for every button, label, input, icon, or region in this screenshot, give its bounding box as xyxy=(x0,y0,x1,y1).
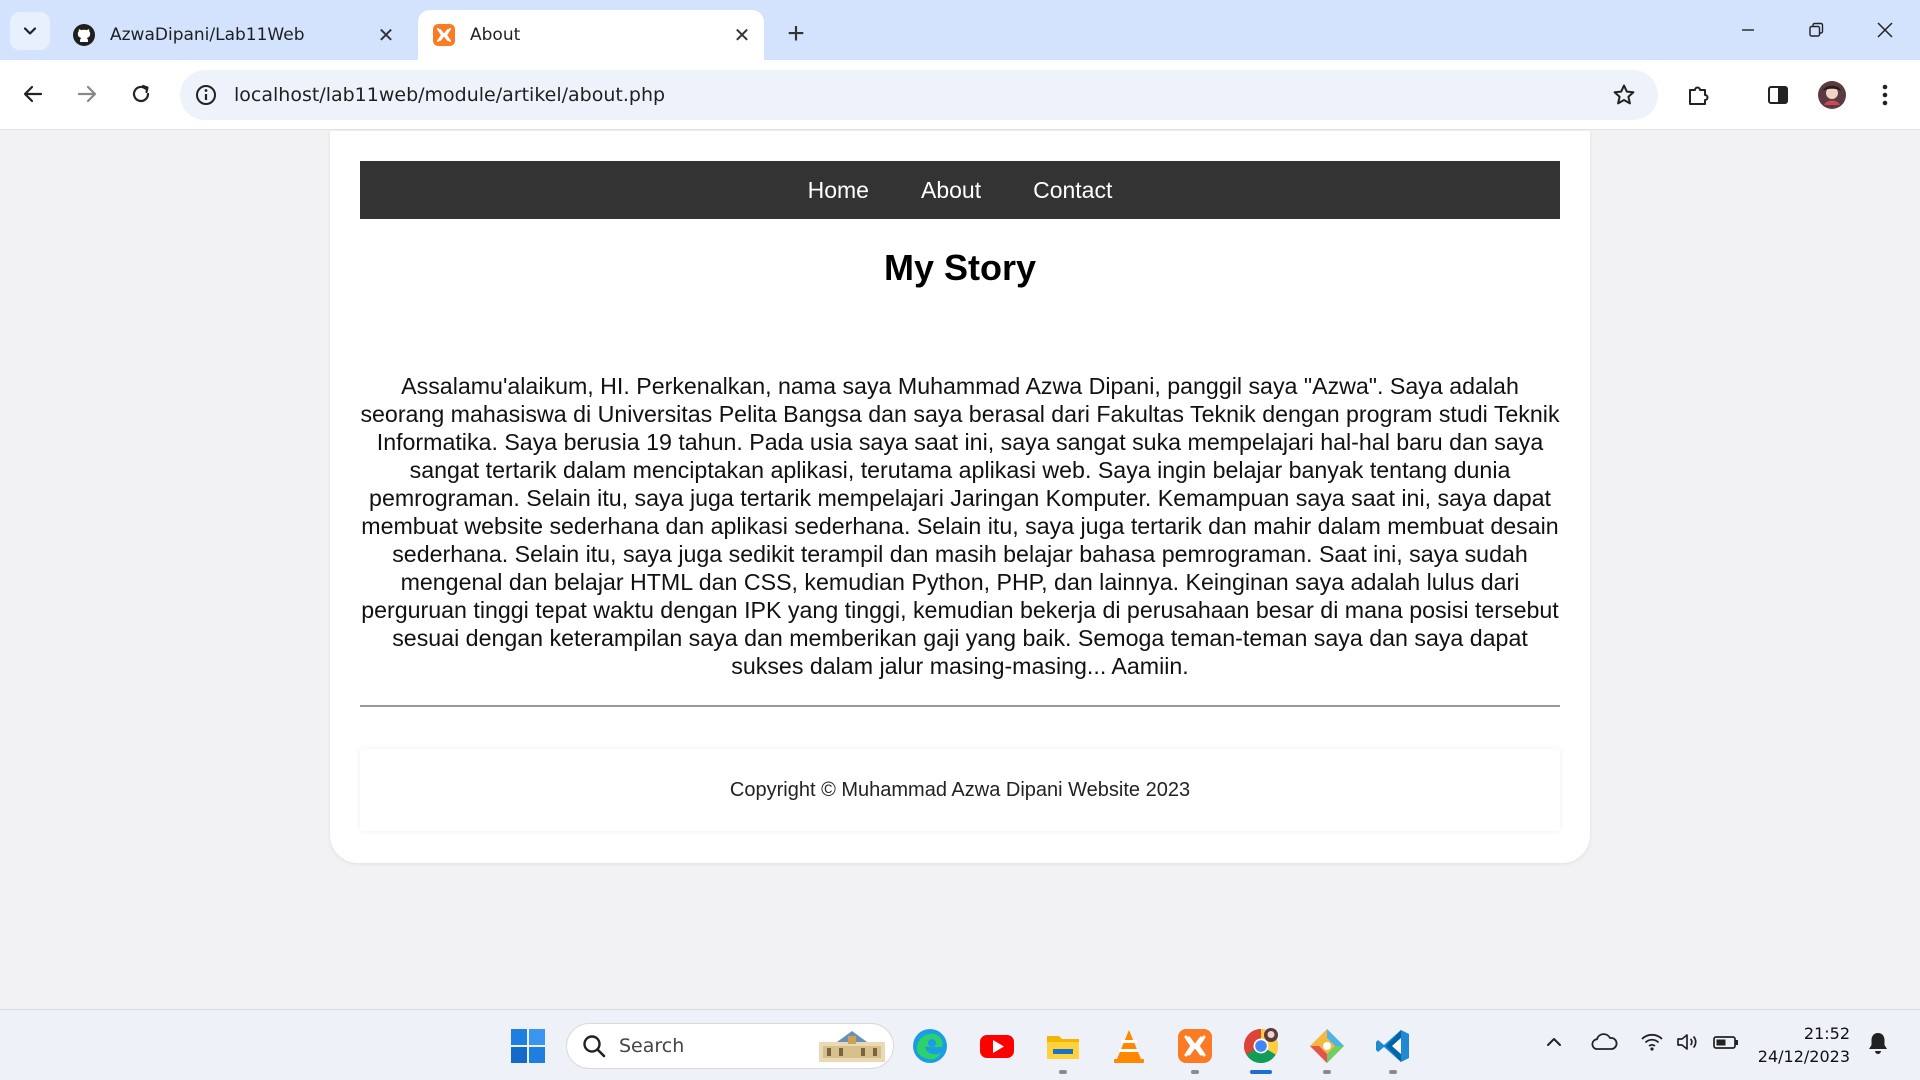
vlc-icon[interactable] xyxy=(1107,1024,1151,1068)
clock-date: 24/12/2023 xyxy=(1757,1047,1850,1066)
url-text[interactable]: localhost/lab11web/module/artikel/about.… xyxy=(234,84,1606,106)
tab-title: About xyxy=(470,25,521,45)
new-tab-button[interactable]: + xyxy=(778,16,814,52)
close-window-button[interactable] xyxy=(1861,10,1909,50)
profile-avatar[interactable] xyxy=(1813,76,1851,114)
tab-about[interactable]: About ✕ xyxy=(418,10,764,60)
browser-toolbar: localhost/lab11web/module/artikel/about.… xyxy=(0,60,1920,166)
bookmark-star-icon[interactable] xyxy=(1606,77,1642,113)
reload-button[interactable] xyxy=(121,74,161,114)
youtube-icon[interactable] xyxy=(975,1024,1019,1068)
clock-time: 21:52 xyxy=(1803,1024,1850,1043)
site-navigation: Home About Contact xyxy=(360,161,1560,219)
side-panel-button[interactable] xyxy=(1759,76,1797,114)
avatar-icon xyxy=(1818,81,1846,109)
address-bar[interactable]: localhost/lab11web/module/artikel/about.… xyxy=(180,70,1658,120)
xampp-icon[interactable] xyxy=(1173,1024,1217,1074)
close-icon xyxy=(1877,22,1893,38)
wifi-icon[interactable] xyxy=(1640,1032,1664,1052)
nav-link-contact[interactable]: Contact xyxy=(1007,177,1138,204)
notification-bell-icon[interactable] xyxy=(1866,1030,1890,1056)
vscode-icon[interactable] xyxy=(1371,1024,1415,1074)
windows-taskbar: Search 21:52 24/12/2023 xyxy=(0,1009,1920,1080)
back-button[interactable] xyxy=(13,74,53,114)
running-indicator xyxy=(1191,1070,1199,1074)
puzzle-icon xyxy=(1689,86,1709,105)
browser-tab-strip: AzwaDipani/Lab11Web ✕ About ✕ + xyxy=(0,0,1920,60)
more-vertical-icon xyxy=(1882,84,1888,106)
close-icon[interactable]: ✕ xyxy=(372,21,400,49)
horizontal-divider xyxy=(360,705,1560,707)
onedrive-icon[interactable] xyxy=(1590,1032,1618,1052)
minimize-button[interactable] xyxy=(1724,10,1772,50)
windows-start-icon[interactable] xyxy=(506,1024,550,1068)
xampp-icon xyxy=(432,23,456,47)
search-highlight-icon xyxy=(819,1031,885,1062)
forward-button[interactable] xyxy=(67,74,107,114)
tab-github[interactable]: AzwaDipani/Lab11Web ✕ xyxy=(58,10,408,60)
edge-icon[interactable] xyxy=(908,1024,952,1068)
chevron-down-icon xyxy=(23,27,37,35)
minimize-icon xyxy=(1742,29,1754,31)
story-paragraph: Assalamu'alaikum, HI. Perkenalkan, nama … xyxy=(360,373,1560,679)
copyright-text: Copyright © Muhammad Azwa Dipani Website… xyxy=(729,778,1191,801)
arrow-left-icon xyxy=(23,85,43,103)
side-panel-icon xyxy=(1768,86,1788,104)
page-title: My Story xyxy=(883,247,1037,288)
git-icon[interactable] xyxy=(1305,1024,1349,1074)
chevron-up-icon[interactable] xyxy=(1544,1032,1564,1052)
search-icon xyxy=(583,1035,606,1058)
nav-link-home[interactable]: Home xyxy=(782,177,895,204)
search-label: Search xyxy=(619,1035,685,1057)
running-indicator xyxy=(1389,1070,1397,1074)
chrome-icon[interactable] xyxy=(1239,1024,1283,1074)
site-footer: Copyright © Muhammad Azwa Dipani Website… xyxy=(360,749,1560,831)
system-clock[interactable]: 21:52 24/12/2023 xyxy=(1750,1022,1850,1068)
close-icon[interactable]: ✕ xyxy=(728,21,756,49)
info-icon[interactable] xyxy=(192,81,220,109)
running-indicator xyxy=(1059,1070,1067,1074)
arrow-right-icon xyxy=(77,85,97,103)
page-container: Home About Contact My Story Assalamu'ala… xyxy=(330,131,1590,863)
running-indicator xyxy=(1323,1070,1331,1074)
active-indicator xyxy=(1250,1070,1272,1074)
github-icon xyxy=(72,23,96,47)
menu-button[interactable] xyxy=(1866,76,1904,114)
page-viewport: Home About Contact My Story Assalamu'ala… xyxy=(0,131,1920,1009)
file-explorer-icon[interactable] xyxy=(1041,1024,1085,1074)
restore-icon xyxy=(1809,22,1824,37)
restore-button[interactable] xyxy=(1792,10,1840,50)
reload-icon xyxy=(132,84,150,103)
tab-search-button[interactable] xyxy=(10,12,50,50)
battery-icon[interactable] xyxy=(1712,1032,1740,1052)
nav-link-about[interactable]: About xyxy=(895,177,1007,204)
taskbar-search-box[interactable]: Search xyxy=(566,1023,894,1069)
tab-title: AzwaDipani/Lab11Web xyxy=(110,25,305,45)
volume-icon[interactable] xyxy=(1675,1032,1701,1052)
extensions-button[interactable] xyxy=(1680,76,1718,114)
